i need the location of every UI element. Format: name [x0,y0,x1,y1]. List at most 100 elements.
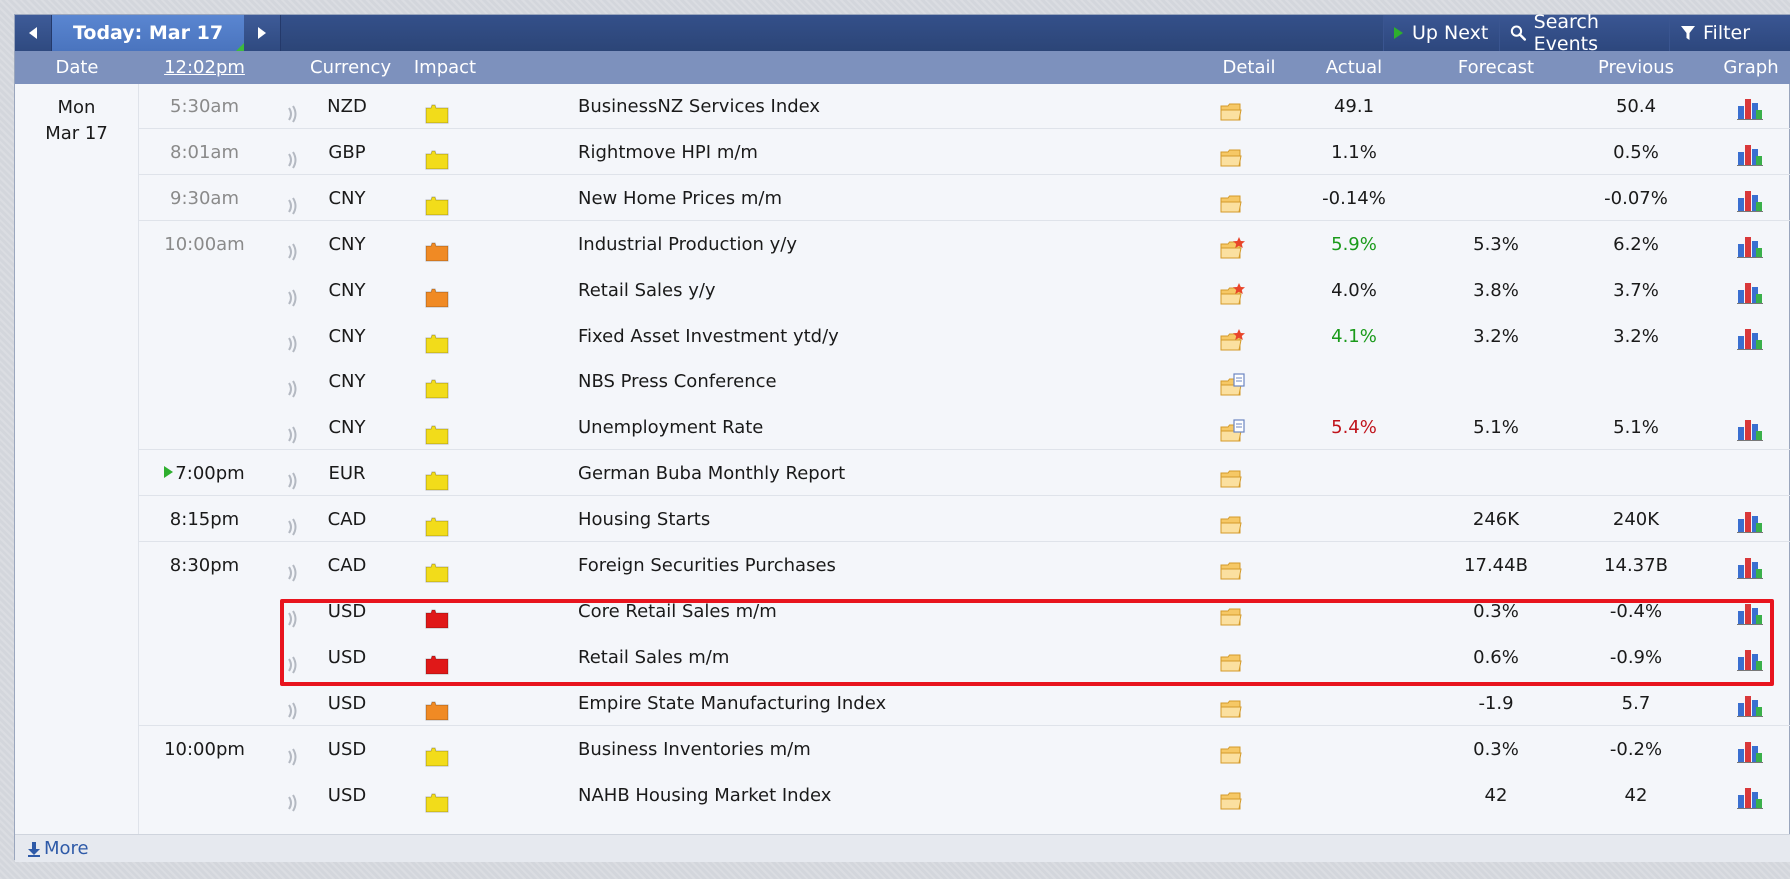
sound-icon[interactable] [285,647,305,674]
event-forecast: 246K [1472,509,1520,531]
event-row[interactable]: 8:30pm CAD Foreign Securities Purchases 17.… [139,543,1790,588]
folder-doc-icon[interactable] [1220,369,1246,396]
event-name[interactable]: Core Retail Sales m/m [578,589,1138,634]
event-name[interactable]: New Home Prices m/m [578,176,1138,221]
event-name[interactable]: Housing Starts [578,497,1138,542]
bar-chart-icon[interactable] [1737,231,1763,258]
event-row[interactable]: USD Core Retail Sales m/m 0.3% -0.4% [139,589,1790,634]
event-currency: EUR [328,463,366,485]
sound-icon[interactable] [285,739,305,766]
event-row[interactable]: 9:30am CNY New Home Prices m/m -0.14% -0.07% [139,176,1790,221]
event-row[interactable]: 10:00am CNY Industrial Production y/y 5.9% 5… [139,222,1790,267]
sound-icon[interactable] [285,280,305,307]
bar-chart-icon[interactable] [1737,93,1763,120]
event-row[interactable]: USD NAHB Housing Market Index 42 42 [139,773,1790,818]
filter-button[interactable]: Filter [1669,15,1790,51]
header-currency: Currency [310,57,392,78]
event-row[interactable]: CNY Retail Sales y/y 4.0% 3.8% 3.7% [139,268,1790,313]
folder-icon[interactable] [1220,691,1246,718]
folder-icon[interactable] [1220,507,1246,534]
search-events-button[interactable]: Search Events [1499,11,1669,55]
previous-day-button[interactable] [15,15,52,51]
up-next-button[interactable]: Up Next [1383,15,1499,51]
event-time-label: 9:30am [170,187,239,209]
folder-icon[interactable] [1220,140,1246,167]
sound-icon[interactable] [285,509,305,536]
sound-icon[interactable] [285,326,305,353]
folder-icon[interactable] [1220,553,1246,580]
event-name[interactable]: Business Inventories m/m [578,727,1138,772]
event-name[interactable]: Retail Sales y/y [578,268,1138,313]
bar-chart-icon[interactable] [1737,736,1763,763]
event-actual: 4.0% [1331,279,1377,301]
event-row[interactable]: 5:30am NZD BusinessNZ Services Index 49.1 50… [139,84,1790,129]
event-previous: 0.5% [1613,141,1659,163]
event-name[interactable]: Foreign Securities Purchases [578,543,1138,588]
sound-icon[interactable] [285,417,305,444]
date-day: Mon [57,97,96,118]
bar-chart-icon[interactable] [1737,644,1763,671]
event-name[interactable]: Rightmove HPI m/m [578,130,1138,175]
event-name[interactable]: Retail Sales m/m [578,635,1138,680]
event-name[interactable]: BusinessNZ Services Index [578,84,1138,129]
event-row[interactable]: 10:00pm USD Business Inventories m/m 0.3% -0… [139,727,1790,772]
folder-doc-icon[interactable] [1220,415,1246,442]
event-row[interactable]: CNY NBS Press Conference [139,359,1790,404]
more-link[interactable]: More [27,835,89,862]
folder-icon[interactable] [1220,737,1246,764]
event-name[interactable]: German Buba Monthly Report [578,451,1138,496]
folder-star-icon[interactable] [1220,232,1246,259]
folder-icon[interactable] [1220,94,1246,121]
folder-icon[interactable] [1220,645,1246,672]
event-name[interactable]: Empire State Manufacturing Index [578,681,1138,726]
sound-icon[interactable] [285,188,305,215]
bar-chart-icon[interactable] [1737,506,1763,534]
event-row[interactable]: USD Retail Sales m/m 0.6% -0.9% [139,635,1790,680]
today-label: Today: Mar 17 [72,22,224,44]
bar-chart-icon[interactable] [1737,690,1763,717]
bar-chart-icon[interactable] [1737,598,1763,625]
event-name[interactable]: Unemployment Rate [578,405,1138,450]
event-name[interactable]: NAHB Housing Market Index [578,773,1138,818]
up-next-label: Up Next [1412,22,1489,44]
sound-icon[interactable] [285,463,305,490]
bar-chart-icon[interactable] [1737,782,1763,809]
event-time: 7:00pm [139,451,270,496]
folder-icon[interactable] [1220,783,1246,809]
folder-icon[interactable] [1220,461,1246,488]
today-button[interactable]: Today: Mar 17 [52,15,244,51]
impact-low-icon [425,417,449,445]
event-name[interactable]: NBS Press Conference [578,359,1138,404]
impact-low-icon [425,188,449,216]
folder-icon[interactable] [1220,599,1246,626]
next-day-button[interactable] [244,15,281,51]
folder-star-icon[interactable] [1220,278,1246,305]
bar-chart-icon[interactable] [1737,414,1763,442]
sound-icon[interactable] [285,693,305,720]
bar-chart-icon[interactable] [1737,323,1763,350]
sound-icon[interactable] [285,96,305,123]
sound-icon[interactable] [285,234,305,261]
event-currency: USD [327,646,367,668]
bar-chart-icon[interactable] [1737,139,1763,166]
sound-icon[interactable] [285,142,305,169]
header-time[interactable]: 12:02pm [139,51,270,84]
event-row[interactable]: CNY Unemployment Rate 5.4% 5.1% 5.1% [139,405,1790,451]
sound-icon[interactable] [285,371,305,398]
event-row[interactable]: CNY Fixed Asset Investment ytd/y 4.1% 3.2% 3… [139,314,1790,359]
event-name[interactable]: Fixed Asset Investment ytd/y [578,314,1138,359]
event-currency: CNY [328,233,366,255]
folder-icon[interactable] [1220,186,1246,213]
event-row[interactable]: 8:15pm CAD Housing Starts 246K 240K [139,497,1790,543]
bar-chart-icon[interactable] [1737,185,1763,212]
sound-icon[interactable] [285,785,305,812]
event-name[interactable]: Industrial Production y/y [578,222,1138,267]
event-row[interactable]: USD Empire State Manufacturing Index -1.9 5… [139,681,1790,726]
bar-chart-icon[interactable] [1737,552,1763,579]
sound-icon[interactable] [285,601,305,628]
bar-chart-icon[interactable] [1737,277,1763,304]
folder-star-icon[interactable] [1220,324,1246,350]
event-row[interactable]: 7:00pm EUR German Buba Monthly Report [139,451,1790,497]
event-row[interactable]: 8:01am GBP Rightmove HPI m/m 1.1% 0.5% [139,130,1790,175]
sound-icon[interactable] [285,555,305,582]
